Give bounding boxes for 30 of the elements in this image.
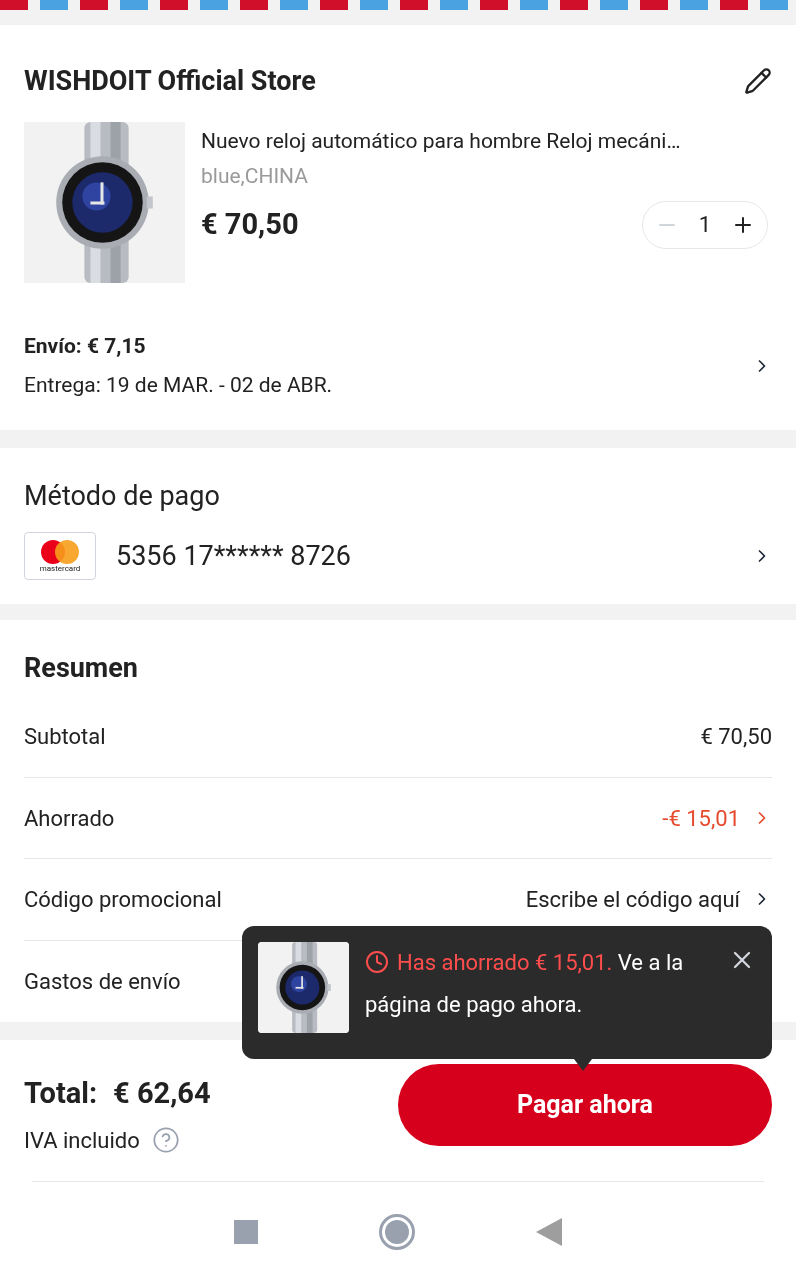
product-price: € 70,50 (201, 205, 299, 243)
total-amount: € 62,64 (113, 1075, 211, 1112)
edit-icon[interactable] (744, 67, 772, 96)
quantity-value: 1 (698, 211, 711, 239)
summary-label: Gastos de envío (24, 967, 181, 996)
card-number: 5356 17****** 8726 (116, 538, 351, 574)
card-circles-icon (38, 539, 82, 565)
clock-icon (365, 950, 389, 975)
summary-value: € 70,50 (700, 723, 772, 752)
recent-apps-icon[interactable] (234, 1219, 259, 1244)
store-name: WISHDOIT Official Store (24, 64, 316, 99)
card-brand: mastercard (39, 565, 81, 573)
discount-value: -€ 15,01 (662, 804, 740, 833)
help-icon[interactable] (151, 1126, 180, 1154)
home-icon[interactable] (379, 1213, 415, 1250)
delivery-date: Entrega: 19 de MAR. - 02 de ABR. (24, 372, 333, 399)
back-icon[interactable] (535, 1217, 562, 1246)
tax-note: IVA incluido (24, 1126, 140, 1155)
summary-label: Código promocional (24, 885, 222, 914)
section-title: Resumen (24, 651, 139, 686)
shipping-cost: Envío: € 7,15 (24, 332, 147, 360)
section-title: Método de pago (24, 478, 221, 514)
pay-now-button[interactable]: Pagar ahora (398, 1064, 772, 1146)
summary-label: Subtotal (24, 723, 106, 752)
summary-label: Ahorrado (24, 804, 115, 833)
tooltip-message: Has ahorrado € 15,01. Ve a la página de pago ahora. (365, 949, 685, 1019)
product-title[interactable]: Nuevo reloj automático para hombre Reloj mecáni… (201, 125, 772, 157)
total-label: Total: (24, 1075, 98, 1112)
promo-code-link[interactable]: Escribe el código aquí (525, 882, 740, 916)
product-variant: blue,CHINA (201, 163, 309, 190)
